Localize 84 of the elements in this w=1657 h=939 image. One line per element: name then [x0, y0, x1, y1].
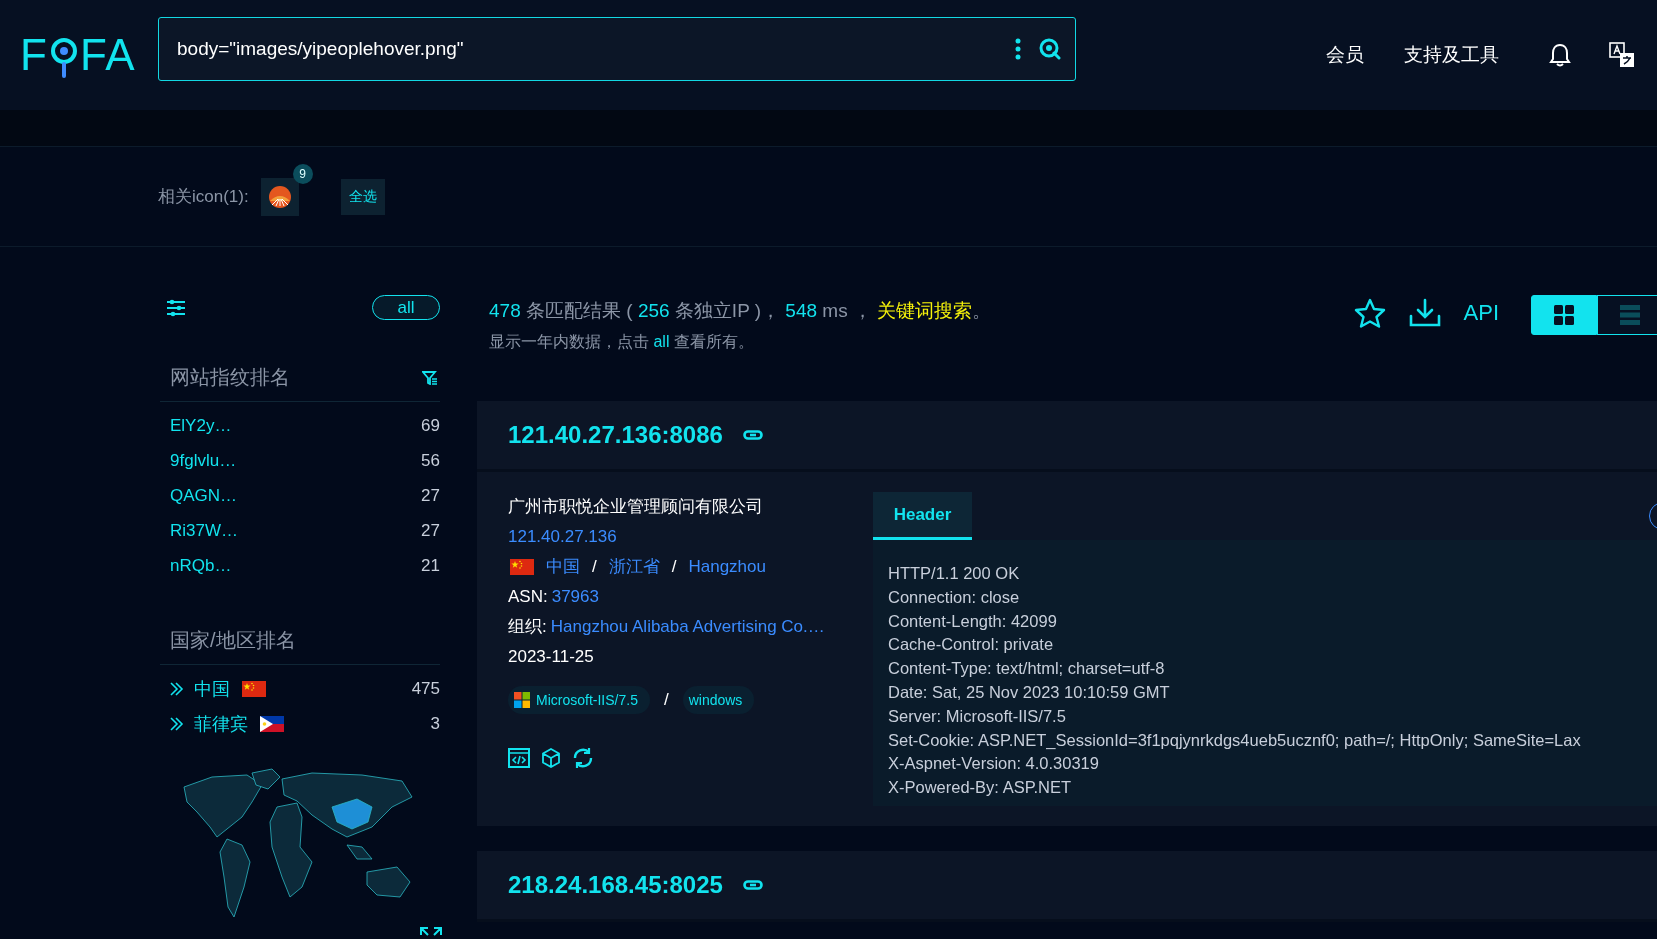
refresh-icon[interactable] — [572, 747, 594, 769]
count: 3 — [430, 713, 440, 734]
count: 27 — [421, 485, 440, 506]
header-line: HTTP/1.1 200 OK — [888, 563, 1021, 584]
link-icon[interactable] — [742, 430, 763, 440]
search-icon[interactable] — [1039, 38, 1061, 60]
search-bar[interactable]: body="images/yipeoplehover.png" — [158, 17, 1076, 81]
nav-link[interactable]: 支持及工具 — [1404, 42, 1499, 68]
list-icon — [1619, 304, 1641, 326]
magnifier-logo-icon — [48, 36, 79, 80]
fingerprint-link[interactable]: Ri37W… — [170, 520, 238, 541]
separator: / — [592, 556, 597, 578]
star-icon[interactable] — [1353, 298, 1386, 328]
location-link[interactable]: 浙江省 — [608, 552, 660, 582]
count: 475 — [411, 678, 440, 699]
section-title: 国家/地区排名 — [170, 628, 296, 653]
header-line: Content-Length: 42099 — [888, 610, 1058, 632]
host-link[interactable]: 218.24.168.45:8025 — [508, 871, 723, 899]
product-tag[interactable]: Microsoft-IIS/7.5 — [508, 686, 650, 714]
location-link[interactable]: Hangzhou — [688, 552, 766, 582]
cube-icon[interactable] — [542, 748, 560, 768]
select-all-button[interactable]: 全选 — [340, 178, 385, 215]
organization-label: 组织: — [508, 616, 547, 638]
favicon-button[interactable] — [260, 177, 299, 216]
date-text: 2023-11-25 — [508, 646, 595, 668]
china-flag-icon — [510, 559, 534, 575]
double-chevron-icon[interactable] — [170, 716, 184, 731]
host-link[interactable]: 121.40.27.136:8086 — [508, 421, 723, 449]
all-button[interactable]: all — [372, 295, 440, 320]
double-chevron-icon[interactable] — [170, 681, 184, 696]
header-line: Content-Type: text/html; charset=utf-8 — [888, 658, 1166, 680]
download-icon[interactable] — [1407, 298, 1442, 328]
filter-settings-icon[interactable] — [166, 298, 186, 317]
logo-text: FA — [79, 32, 136, 78]
grid-icon — [1553, 304, 1575, 326]
fingerprint-link[interactable]: QAGN… — [170, 485, 238, 506]
count: 27 — [421, 520, 440, 541]
count: 69 — [421, 415, 440, 436]
nav-link[interactable]: 会员 — [1326, 42, 1364, 68]
section-title: 网站指纹排名 — [170, 365, 290, 390]
asn-label: ASN: — [508, 586, 548, 608]
api-link[interactable]: API — [1463, 298, 1499, 328]
china-flag-icon — [242, 680, 266, 697]
related-icon-label: 相关icon(1): — [158, 186, 249, 208]
os-tag[interactable]: windows — [682, 686, 755, 714]
philippines-flag-icon — [260, 715, 284, 732]
data-range-note: 显示一年内数据，点击 all 查看所有。 — [489, 332, 755, 352]
fingerprint-link[interactable]: 9fglvlu… — [170, 450, 237, 471]
sunrise-icon — [267, 184, 292, 209]
link-icon[interactable] — [742, 880, 763, 890]
header-line: Server: Microsoft-IIS/7.5 — [888, 705, 1067, 727]
location-link[interactable]: 中国 — [546, 552, 580, 582]
header-line: X-Powered-By: ASP.NET — [888, 777, 1073, 799]
ip-link[interactable]: 121.40.27.136 — [508, 527, 617, 546]
logo-text: F — [20, 32, 48, 78]
fingerprint-link[interactable]: nRQb… — [170, 555, 232, 576]
count: 21 — [421, 555, 440, 576]
windows-logo-icon — [514, 692, 530, 708]
notification-bell-icon[interactable] — [1549, 42, 1571, 68]
fingerprint-link[interactable]: ElY2y… — [170, 415, 232, 436]
filter-icon[interactable] — [422, 370, 438, 385]
header-line: X-Aspnet-Version: 4.0.30319 — [888, 753, 1100, 775]
count-badge: 9 — [292, 163, 313, 184]
translate-icon[interactable] — [1609, 42, 1635, 68]
search-field[interactable]: body="images/yipeoplehover.png" — [177, 38, 997, 60]
result-summary: 478 条匹配结果 ( 256 条独立IP )， 548 ms ， 关键词搜索。 — [489, 299, 992, 323]
country-link[interactable]: 菲律宾 — [194, 711, 248, 736]
header-line: Connection: close — [888, 586, 1021, 608]
count: 56 — [421, 450, 440, 471]
more-options-icon[interactable] — [1015, 38, 1021, 60]
country-link[interactable]: 中国 — [194, 676, 230, 701]
code-icon[interactable] — [508, 748, 530, 768]
header-line: Date: Sat, 25 Nov 2023 10:10:59 GMT — [888, 682, 1171, 703]
list-view-button[interactable] — [1597, 295, 1657, 335]
separator: / — [671, 556, 677, 578]
header-line: Set-Cookie: ASP.NET_SessionId=3f1pqjynrkdgs4ueb5ucznf0; path=/; HttpOnly; SameSite=Lax — [888, 729, 1582, 751]
grid-view-button[interactable] — [1531, 295, 1597, 335]
asn-link[interactable]: 37963 — [551, 582, 599, 612]
organization-name: 广州市职悦企业管理顾问有限公司 — [508, 496, 764, 518]
header-tab[interactable]: Header — [873, 492, 972, 540]
header-line: Cache-Control: private — [888, 634, 1055, 656]
organization-link[interactable]: Hangzhou Alibaba Advertising Co.… — [550, 612, 825, 642]
all-link[interactable]: all — [653, 333, 670, 350]
separator: / — [663, 690, 669, 710]
